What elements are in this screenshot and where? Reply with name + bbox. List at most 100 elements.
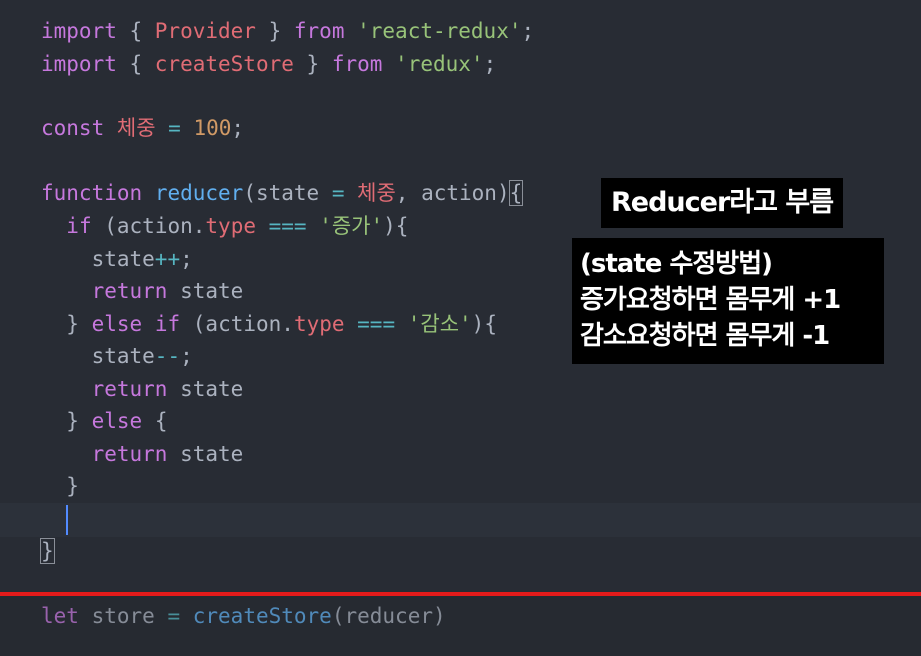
semicolon: ;: [521, 19, 535, 43]
from-keyword: from: [293, 19, 345, 43]
string-decrease: '감소': [407, 312, 472, 336]
brace-open: {: [142, 409, 168, 433]
equality-operator: ===: [344, 312, 408, 336]
else-keyword: else: [91, 312, 143, 336]
module-string: 'react-redux': [357, 19, 522, 43]
brace-close: }: [66, 312, 92, 336]
code-line-9[interactable]: state--;: [41, 341, 193, 371]
string-increase: '증가': [319, 214, 384, 238]
code-line-13[interactable]: }: [41, 471, 79, 501]
from-keyword: from: [331, 52, 383, 76]
brace-open: {: [116, 19, 155, 43]
code-line-11[interactable]: } else {: [41, 406, 167, 436]
equality-operator: ===: [255, 214, 320, 238]
code-line-12[interactable]: return state: [41, 439, 244, 469]
semicolon: ;: [231, 116, 245, 140]
create-store-call: createStore: [192, 604, 332, 628]
brace-close: }: [66, 409, 92, 433]
paren-open: (: [91, 214, 117, 238]
property-type: type: [293, 312, 345, 336]
code-line-3[interactable]: const 체중 = 100;: [41, 113, 244, 143]
semicolon: ;: [483, 52, 497, 76]
comma: ,: [395, 181, 422, 205]
return-keyword: return: [91, 377, 168, 401]
code-line-4[interactable]: function reducer(state = 체중, action){: [41, 178, 524, 208]
number-literal: 100: [193, 116, 232, 140]
let-keyword: let: [41, 604, 79, 628]
assign-operator: =: [155, 116, 194, 140]
active-line-highlight: [0, 503, 921, 537]
state-method-annotation: (state 수정방법) 증가요청하면 몸무게 +1 감소요청하면 몸무게 -1: [572, 238, 884, 364]
code-line-7[interactable]: return state: [41, 276, 244, 306]
assign-operator: =: [154, 604, 193, 628]
object-action: action: [205, 312, 282, 336]
code-line-8[interactable]: } else if (action.type === '감소'){: [41, 309, 497, 339]
code-editor[interactable]: import { Provider } from 'react-redux'; …: [0, 0, 921, 656]
annotation-line-3: 감소요청하면 몸무게 -1: [580, 321, 830, 351]
code-line-6[interactable]: state++;: [41, 244, 193, 274]
code-line-2[interactable]: import { createStore } from 'redux';: [41, 49, 496, 79]
state-variable: state: [180, 279, 244, 303]
function-keyword: function: [41, 181, 143, 205]
property-type: type: [205, 214, 256, 238]
code-line-1[interactable]: import { Provider } from 'react-redux';: [41, 16, 534, 46]
code-line-15[interactable]: }: [40, 536, 55, 566]
annotation-line-2: 증가요청하면 몸무게 +1: [580, 285, 841, 315]
state-variable: state: [91, 344, 155, 368]
paren-close: ): [496, 181, 510, 205]
brace-open: {: [395, 214, 409, 238]
reducer-argument: reducer: [344, 604, 433, 628]
semicolon: ;: [180, 247, 193, 271]
assign-operator: =: [319, 181, 358, 205]
state-variable: state: [180, 442, 244, 466]
paren-close: ): [383, 214, 396, 238]
return-keyword: return: [91, 279, 168, 303]
code-line-10[interactable]: return state: [41, 374, 244, 404]
increment-operator: ++: [154, 247, 181, 271]
matched-brace-close: }: [40, 538, 55, 564]
matched-brace-open: {: [508, 180, 524, 206]
if-keyword: if: [154, 312, 181, 336]
text-cursor: [66, 505, 68, 535]
dot: .: [192, 214, 206, 238]
brace-close: }: [66, 474, 79, 498]
state-variable: state: [180, 377, 244, 401]
variable-name: 체중: [116, 116, 156, 140]
brace-close: }: [293, 52, 332, 76]
code-line-5[interactable]: if (action.type === '증가'){: [41, 211, 408, 241]
module-string: 'redux': [395, 52, 484, 76]
paren-open: (: [331, 604, 345, 628]
import-name: createStore: [154, 52, 294, 76]
paren-close: ): [471, 312, 485, 336]
annotation-line-1: (state 수정방법): [580, 249, 773, 279]
dot: .: [281, 312, 294, 336]
code-line-16[interactable]: let store = createStore(reducer): [41, 601, 446, 631]
store-variable: store: [91, 604, 155, 628]
decrement-operator: --: [154, 344, 181, 368]
param-state: state: [255, 181, 320, 205]
paren-close: ): [433, 604, 446, 628]
brace-close: }: [255, 19, 294, 43]
return-keyword: return: [91, 442, 168, 466]
brace-open: {: [116, 52, 155, 76]
const-keyword: const: [41, 116, 105, 140]
paren-open: (: [180, 312, 206, 336]
object-action: action: [116, 214, 193, 238]
function-name: reducer: [154, 181, 244, 205]
state-variable: state: [91, 247, 155, 271]
